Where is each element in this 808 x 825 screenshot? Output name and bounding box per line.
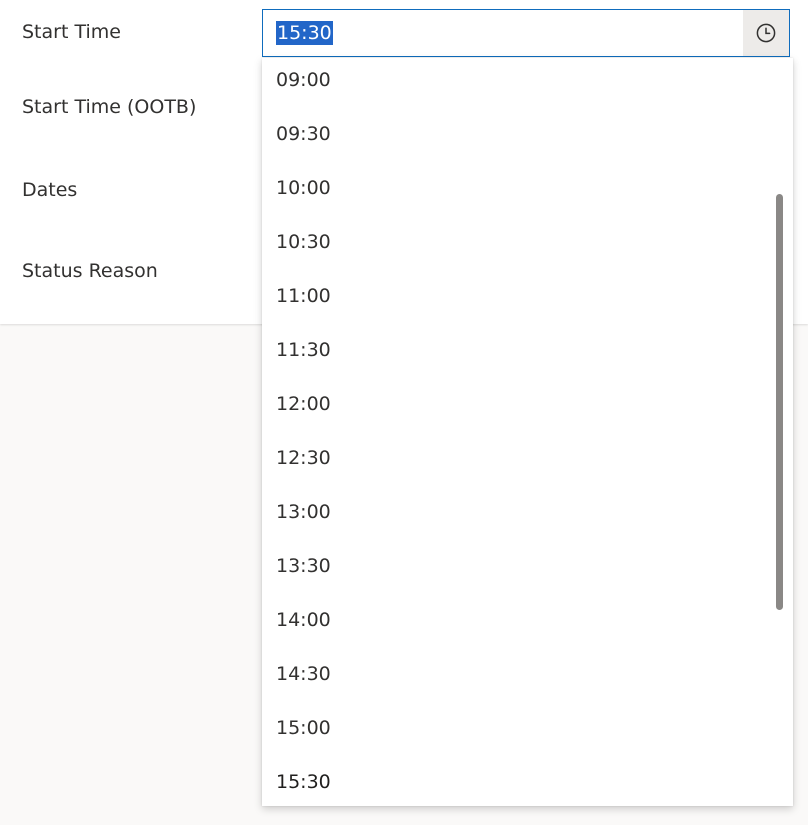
time-option-1230[interactable]: 12:30 (276, 446, 331, 500)
time-option-0900[interactable]: 09:00 (276, 68, 331, 122)
start-time-field: 15:30 (262, 9, 790, 57)
time-option-0930[interactable]: 09:30 (276, 122, 331, 176)
time-option-1130[interactable]: 11:30 (276, 338, 331, 392)
time-option-1400[interactable]: 14:00 (276, 608, 331, 662)
scrollbar-thumb[interactable] (776, 194, 783, 610)
time-option-1330[interactable]: 13:30 (276, 554, 331, 608)
start-time-ootb-label: Start Time (OOTB) (22, 96, 197, 118)
start-time-value: 15:30 (276, 21, 333, 45)
time-option-1300[interactable]: 13:00 (276, 500, 331, 554)
time-dropdown: 09:00 09:30 10:00 10:30 11:00 11:30 12:00 12:30… (262, 58, 793, 806)
clock-icon (756, 23, 776, 43)
dropdown-scrollbar[interactable] (776, 58, 784, 806)
dates-label: Dates (22, 179, 78, 201)
start-time-label: Start Time (22, 21, 121, 43)
time-option-1000[interactable]: 10:00 (276, 176, 331, 230)
start-time-input[interactable]: 15:30 (263, 10, 741, 56)
time-option-1030[interactable]: 10:30 (276, 230, 331, 284)
time-picker-button[interactable] (743, 10, 789, 56)
time-option-1100[interactable]: 11:00 (276, 284, 331, 338)
status-reason-label: Status Reason (22, 260, 158, 282)
time-option-1500[interactable]: 15:00 (276, 716, 331, 770)
time-option-1530[interactable]: 15:30 (276, 770, 331, 806)
time-option-1430[interactable]: 14:30 (276, 662, 331, 716)
time-option-1200[interactable]: 12:00 (276, 392, 331, 446)
